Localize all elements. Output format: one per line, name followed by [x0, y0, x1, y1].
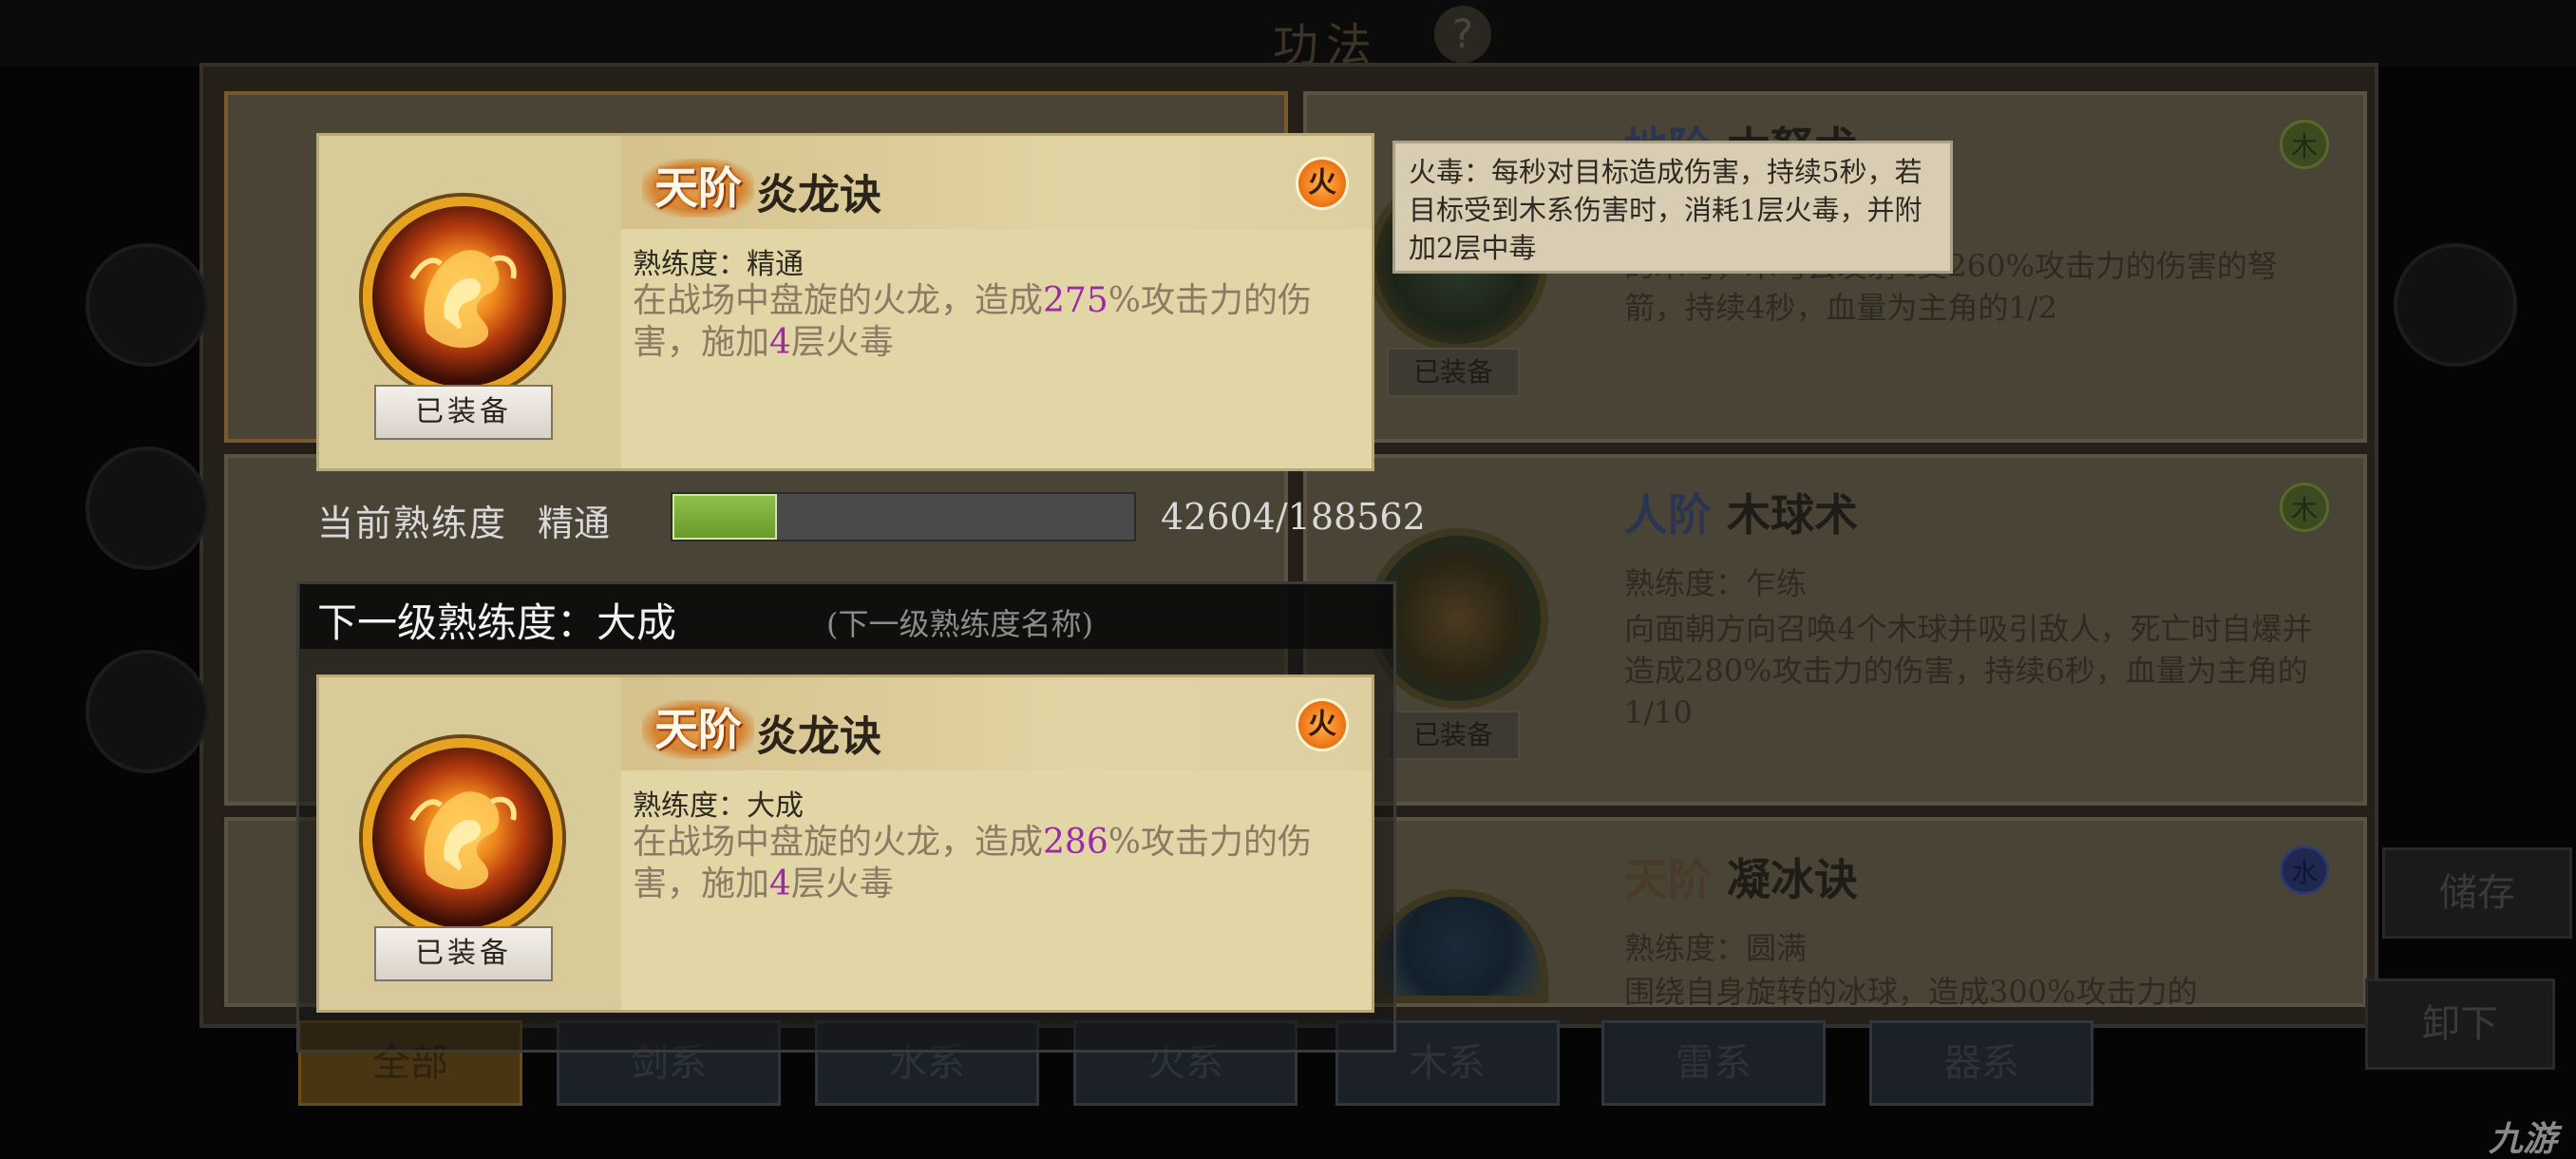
side-nav-icon[interactable]: [2394, 243, 2517, 367]
wood-element-icon: 木: [2280, 483, 2329, 532]
watermark-logo: 九游: [2489, 1120, 2558, 1159]
skill-name: 炎龙诀: [756, 171, 881, 219]
side-nav-icon[interactable]: [85, 650, 209, 773]
skill-description: 在战场中盘旋的火龙，造成275%攻击力的伤害，施加4层火毒: [633, 281, 1312, 362]
fire-dragon-emblem-icon: [363, 197, 562, 396]
help-icon[interactable]: ?: [1434, 6, 1491, 63]
skill-name: 木球术: [1727, 489, 1859, 541]
next-level-hint: (下一级熟练度名称): [826, 606, 1093, 642]
skill-mastery: 熟练度：乍练: [1624, 565, 1808, 601]
progress-value: 42604/188562: [1161, 496, 1426, 538]
tab-artifact[interactable]: 器系: [1869, 1020, 2093, 1106]
store-button[interactable]: 储存: [2382, 847, 2572, 939]
tier-badge: 天阶: [642, 159, 754, 218]
equip-button[interactable]: 已装备: [1387, 348, 1520, 397]
side-nav-icon[interactable]: [85, 243, 209, 367]
equip-button[interactable]: 已装备: [1387, 711, 1520, 760]
equipped-button[interactable]: 已装备: [374, 926, 553, 981]
skill-title: 天阶 凝冰诀: [1624, 846, 1858, 908]
next-skill-card: 已装备 天阶 炎龙诀 火 熟练度：大成 在战场中盘旋的火龙，造成286%攻击力的…: [316, 674, 1374, 1013]
wood-element-icon: 木: [2280, 120, 2329, 169]
equipped-button[interactable]: 已装备: [374, 385, 553, 440]
skill-description: 在战场中盘旋的火龙，造成286%攻击力的伤害，施加4层火毒: [633, 823, 1312, 903]
next-level-label: 下一级熟练度：大成: [317, 599, 677, 646]
skill-name: 凝冰诀: [1727, 854, 1859, 905]
tier-badge: 天阶: [642, 700, 754, 759]
skill-description: 围绕自身旋转的冰球，造成300%攻击力的: [1624, 974, 2198, 1009]
skill-mastery: 熟练度：圆满: [1624, 930, 1808, 966]
current-skill-card: 已装备 天阶 炎龙诀 火 熟练度：精通 在战场中盘旋的火龙，造成275%攻击力的…: [316, 133, 1374, 471]
water-element-icon: 水: [2280, 846, 2329, 895]
skill-name: 炎龙诀: [756, 712, 881, 761]
unequip-button[interactable]: 卸下: [2365, 978, 2555, 1070]
fire-element-icon: 火: [1296, 157, 1349, 210]
fire-poison-tooltip: 火毒：每秒对目标造成伤害，持续5秒，若目标受到木系伤害时，消耗1层火毒，并附加2…: [1392, 141, 1953, 274]
fire-element-icon: 火: [1296, 698, 1349, 751]
progress-level: 精通: [538, 503, 611, 544]
mastery-progress-bar: [671, 492, 1136, 542]
skill-mastery: 熟练度：精通: [633, 248, 804, 281]
side-nav-icon[interactable]: [85, 446, 209, 570]
mastery-progress-fill: [672, 494, 777, 540]
skill-description: 向面朝方向召唤4个木球并吸引敌人，死亡时自爆并造成280%攻击力的伤害，持续6秒…: [1624, 611, 2313, 731]
fire-dragon-emblem-icon: [363, 738, 562, 938]
tab-thunder[interactable]: 雷系: [1601, 1020, 1826, 1106]
skill-tier: 人阶: [1624, 489, 1712, 541]
skill-mastery: 熟练度：大成: [633, 789, 804, 823]
skill-title: 人阶 木球术: [1624, 481, 1858, 543]
progress-label: 当前熟练度: [317, 503, 508, 544]
skill-tier: 天阶: [1624, 854, 1712, 905]
